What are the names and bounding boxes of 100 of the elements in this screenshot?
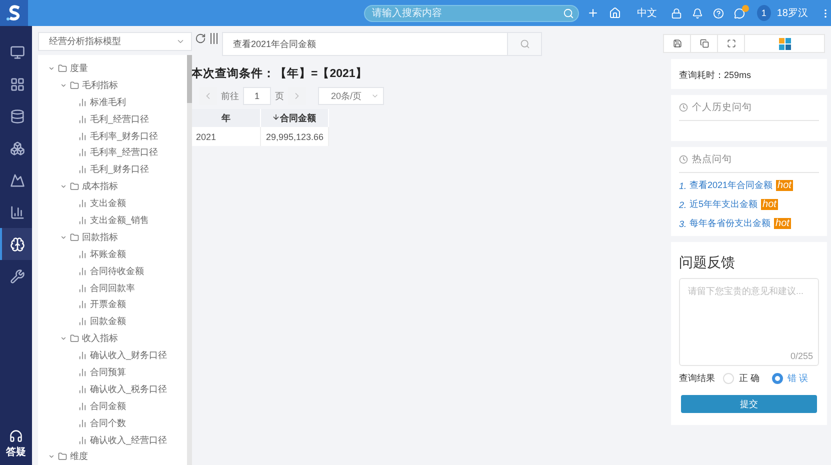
clock-icon — [679, 155, 688, 164]
goto-label: 前往 — [221, 90, 239, 102]
page-size-select[interactable]: 20条/页 — [318, 87, 384, 105]
hot-question-link[interactable]: 每年各省份支出金额 — [690, 217, 771, 230]
tree-label: 维度 — [70, 450, 88, 464]
result-radio[interactable]: 正 确 — [723, 372, 760, 385]
tree-label: 毛利率_财务口径 — [90, 130, 158, 142]
bar-chart-icon — [78, 300, 87, 310]
bar-chart-icon — [78, 351, 87, 360]
bell-icon[interactable] — [692, 8, 703, 18]
table-cell: 29,995,123.66 — [260, 127, 328, 146]
bar-chart-icon — [78, 384, 87, 394]
tree-label: 回款指标 — [82, 230, 118, 244]
folder-icon — [58, 64, 67, 73]
tree-item[interactable]: 合同回款率 — [38, 280, 187, 296]
tree-item[interactable]: 合同个数 — [38, 414, 187, 432]
user-name[interactable]: 18罗汉 — [776, 6, 808, 20]
tree-item[interactable]: 确认收入_财务口径 — [38, 347, 187, 364]
bar-chart-icon — [78, 436, 87, 445]
tree-item[interactable]: 毛利率_财务口径 — [38, 128, 187, 144]
caret-icon[interactable] — [60, 335, 67, 342]
tree-item[interactable]: 支出金额 — [38, 195, 187, 212]
tree-item[interactable]: 支出金额_销售 — [38, 212, 187, 229]
avatar[interactable]: 1 — [756, 5, 771, 21]
caret-icon[interactable] — [48, 453, 55, 460]
bar-chart-icon — [78, 165, 87, 174]
tree-item[interactable]: 确认收入_经营口径 — [38, 432, 187, 448]
tree-label: 回款金额 — [90, 315, 126, 328]
tree-item[interactable]: 确认收入_税务口径 — [38, 380, 187, 398]
tree-item[interactable]: 合同金额 — [38, 398, 187, 415]
hot-question-link[interactable]: 近5年年支出金额 — [690, 198, 758, 211]
history-title: 个人历史问句 — [692, 101, 752, 114]
mountain-icon — [10, 172, 24, 188]
help-icon[interactable] — [712, 8, 724, 18]
tree-label: 合同预算 — [90, 366, 126, 379]
wrench-icon — [10, 268, 24, 284]
caret-icon[interactable] — [48, 64, 55, 72]
bar-chart-icon — [78, 402, 87, 411]
column-header[interactable]: 年 — [192, 109, 260, 127]
tree-item[interactable]: 毛利_经营口径 — [38, 110, 187, 128]
help-label[interactable]: 答疑 — [6, 445, 26, 459]
nav-item[interactable] — [0, 228, 32, 260]
tree-label: 合同个数 — [90, 416, 126, 430]
tree-item[interactable]: 度量 — [38, 60, 187, 77]
column-header[interactable]: 合同金额 — [260, 109, 328, 127]
tree-item[interactable]: 回款金额 — [38, 313, 187, 330]
folder-icon — [70, 232, 79, 242]
columns-icon[interactable] — [210, 33, 218, 44]
tree-label: 毛利_财务口径 — [90, 163, 150, 176]
chevron-icon — [371, 92, 379, 100]
copy-icon — [700, 39, 708, 48]
caret-icon[interactable] — [60, 82, 67, 89]
tree-item[interactable]: 毛利指标 — [38, 76, 187, 94]
grid-logo-icon[interactable] — [778, 38, 790, 50]
plus-icon[interactable] — [586, 7, 599, 19]
submit-button[interactable]: 提交 — [681, 395, 817, 413]
page-unit: 页 — [275, 90, 284, 102]
tree-item[interactable]: 收入指标 — [38, 330, 187, 348]
bar-chart-icon — [78, 132, 87, 140]
home-icon[interactable] — [608, 7, 621, 19]
folder-icon — [70, 182, 79, 192]
result-label: 查询结果 — [679, 372, 715, 385]
lock-icon[interactable] — [670, 8, 682, 18]
item-number: 3. — [679, 218, 687, 228]
tree-item[interactable]: 回款指标 — [38, 228, 187, 246]
model-select[interactable]: 经营分析指标模型 — [38, 32, 192, 51]
char-counter: 0/255 — [790, 351, 813, 361]
tree-label: 毛利_经营口径 — [90, 112, 150, 126]
tree-item[interactable]: 开票金额 — [38, 296, 187, 314]
tree-item[interactable]: 毛利率_经营口径 — [38, 144, 187, 162]
tree-item[interactable]: 成本指标 — [38, 178, 187, 196]
brain-icon — [10, 236, 24, 252]
bar-chart-icon — [78, 266, 87, 276]
bar-chart-icon — [78, 216, 87, 225]
bar-chart-icon — [10, 204, 24, 220]
tree-item[interactable]: 合同预算 — [38, 364, 187, 381]
tree-label: 确认收入_经营口径 — [90, 434, 168, 447]
search-field[interactable]: 请输入搜索内容 — [364, 4, 579, 22]
tree-item[interactable]: 坏账金额 — [38, 246, 187, 263]
grid-icon — [10, 76, 24, 92]
tree-item[interactable]: 维度 — [38, 448, 187, 465]
tree-item[interactable]: 标准毛利 — [38, 94, 187, 111]
save-icon — [672, 39, 682, 48]
caret-icon[interactable] — [60, 234, 67, 241]
query-condition: 本次查询条件：【年】=【2021】 — [191, 66, 368, 81]
page-field[interactable]: 1 — [243, 87, 271, 105]
tree-item[interactable]: 合同待收金额 — [38, 262, 187, 280]
language-label: 中文 — [636, 6, 657, 20]
search-icon[interactable] — [562, 8, 574, 18]
tree-item[interactable]: 毛利_财务口径 — [38, 161, 187, 178]
tree-label: 开票金额 — [90, 298, 126, 312]
tree-label: 支出金额_销售 — [90, 214, 150, 227]
caret-icon[interactable] — [60, 183, 67, 190]
result-radio[interactable]: 错 误 — [772, 372, 808, 385]
logo-icon[interactable] — [0, 0, 28, 26]
hot-question-link[interactable]: 查看2021年合同金额 — [690, 179, 773, 192]
query-field[interactable]: 查看2021年合同金额 — [222, 32, 508, 56]
refresh-icon[interactable] — [195, 33, 206, 44]
scrollbar-thumb[interactable] — [187, 55, 192, 103]
bar-chart-icon — [78, 317, 87, 326]
